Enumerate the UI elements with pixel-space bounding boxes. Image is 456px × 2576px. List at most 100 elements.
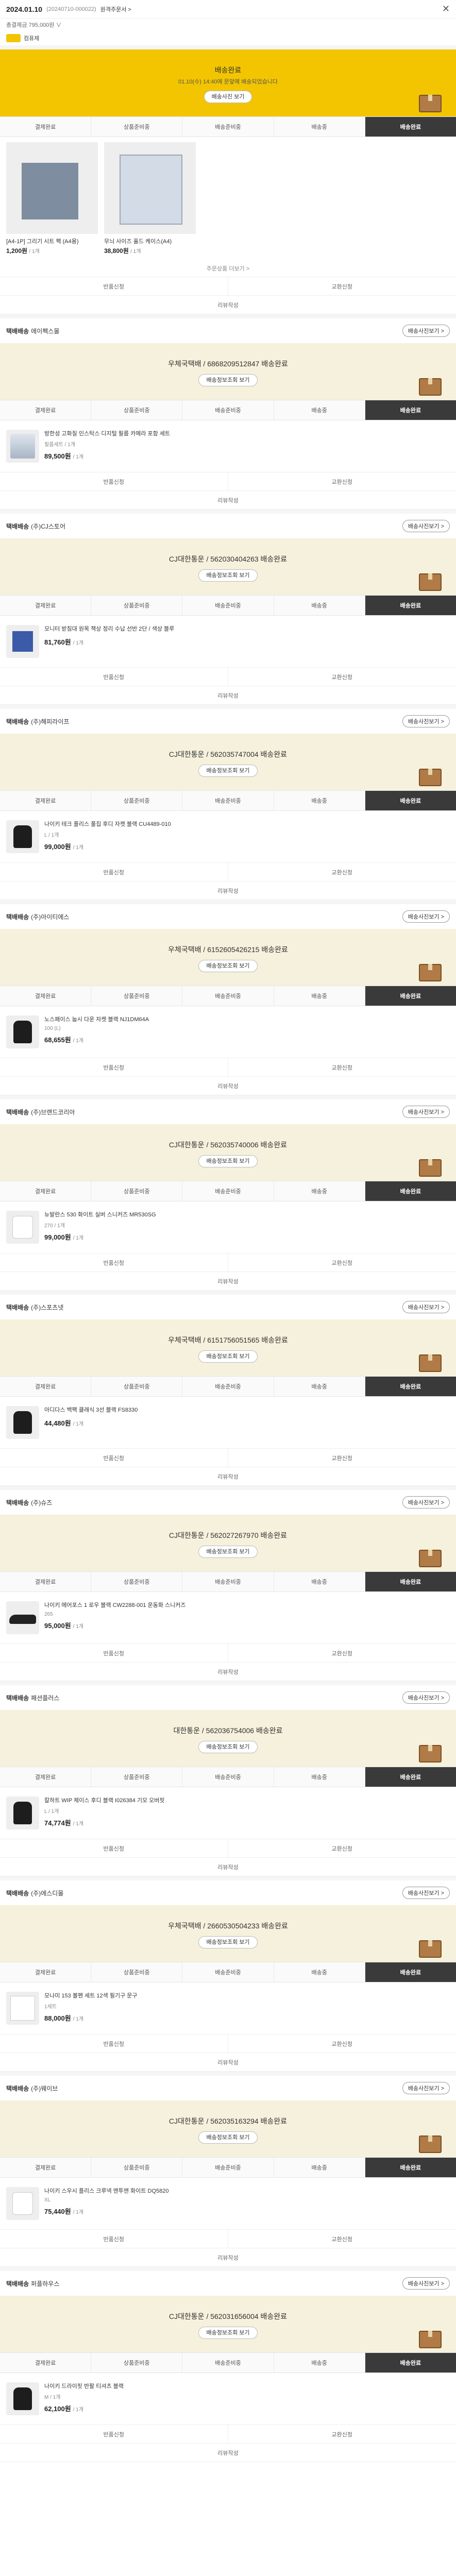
return-button[interactable]: 반품신청 xyxy=(0,472,228,491)
review-button[interactable]: 리뷰작성 xyxy=(0,1858,456,1876)
return-button[interactable]: 반품신청 xyxy=(0,1058,228,1077)
review-button[interactable]: 리뷰작성 xyxy=(0,296,456,314)
return-button[interactable]: 반품신청 xyxy=(0,1839,228,1858)
step: 배송준비중 xyxy=(182,1181,274,1201)
product-item[interactable]: 노스페이스 눕시 다운 자켓 블랙 NJ1DM64A 100 (L) 68,65… xyxy=(6,1011,450,1053)
return-button[interactable]: 반품신청 xyxy=(0,1449,228,1467)
delivery-photo-button[interactable]: 배송사진보기 > xyxy=(402,1887,450,1899)
package-actions: 반품신청 교환신청 리뷰작성 xyxy=(0,1058,456,1095)
exchange-button[interactable]: 교환신청 xyxy=(228,1058,456,1077)
order-number: (20240710-000022) xyxy=(46,6,96,12)
review-button[interactable]: 리뷰작성 xyxy=(0,1467,456,1486)
grid-item[interactable]: 무늬 사이즈 홀드 케이스(A4) 38,800원 / 1개 xyxy=(104,142,196,255)
package-header: 택배배송 (주)해피라이프 배송사진보기 > xyxy=(0,709,456,734)
product-item[interactable]: 나이키 에어포스 1 로우 블랙 CW2288-001 운동화 스니커즈 265… xyxy=(6,1597,450,1638)
delivery-photo-button[interactable]: 배송사진보기 > xyxy=(402,2082,450,2094)
review-button[interactable]: 리뷰작성 xyxy=(0,2053,456,2072)
delivery-photo-button[interactable]: 배송사진보기 > xyxy=(402,910,450,923)
tracking-button[interactable]: 배송정보조회 보기 xyxy=(198,1546,258,1558)
exchange-button[interactable]: 교환신청 xyxy=(228,277,456,296)
review-button[interactable]: 리뷰작성 xyxy=(0,1272,456,1291)
tracking-button[interactable]: 배송정보조회 보기 xyxy=(198,960,258,972)
return-button[interactable]: 반품신청 xyxy=(0,863,228,882)
review-button[interactable]: 리뷰작성 xyxy=(0,882,456,900)
return-button[interactable]: 반품신청 xyxy=(0,2035,228,2053)
review-button[interactable]: 리뷰작성 xyxy=(0,1663,456,1681)
tracking-button[interactable]: 배송정보조회 보기 xyxy=(198,1936,258,1948)
product-item[interactable]: 나이키 드라이핏 반팔 티셔츠 블랙 M / 1개 62,100원/ 1개 xyxy=(6,2378,450,2419)
tracking-button[interactable]: 배송사진 보기 xyxy=(204,91,252,103)
delivery-photo-button[interactable]: 배송사진보기 > xyxy=(402,1106,450,1118)
exchange-button[interactable]: 교환신청 xyxy=(228,863,456,882)
exchange-button[interactable]: 교환신청 xyxy=(228,472,456,491)
package-title: 택배배송 (주)슈즈 xyxy=(6,1499,53,1506)
exchange-button[interactable]: 교환신청 xyxy=(228,668,456,686)
tracking-status: CJ대한통운 / 562030404263 배송완료 xyxy=(168,555,288,563)
return-button[interactable]: 반품신청 xyxy=(0,668,228,686)
exchange-button[interactable]: 교환신청 xyxy=(228,2035,456,2053)
step: 배송완료 xyxy=(365,1572,456,1591)
product-item[interactable]: 뉴발란스 530 화이트 실버 스니커즈 MR530SG 270 / 1개 99… xyxy=(6,1207,450,1248)
tracking-button[interactable]: 배송정보조회 보기 xyxy=(198,2131,258,2144)
step: 배송완료 xyxy=(365,596,456,615)
return-button[interactable]: 반품신청 xyxy=(0,1644,228,1663)
total-payment[interactable]: 총결제금 795,000원 ∨ xyxy=(0,19,456,31)
tracking-button[interactable]: 배송정보조회 보기 xyxy=(198,1350,258,1363)
delivery-photo-button[interactable]: 배송사진보기 > xyxy=(402,520,450,532)
close-icon[interactable]: ✕ xyxy=(442,4,450,14)
step: 결제완료 xyxy=(0,400,92,420)
step: 배송중 xyxy=(274,2158,365,2177)
step: 배송중 xyxy=(274,1377,365,1396)
review-button[interactable]: 리뷰작성 xyxy=(0,491,456,510)
delivery-photo-button[interactable]: 배송사진보기 > xyxy=(402,325,450,337)
exchange-button[interactable]: 교환신청 xyxy=(228,1644,456,1663)
product-image xyxy=(104,142,196,234)
exchange-button[interactable]: 교환신청 xyxy=(228,1839,456,1858)
exchange-button[interactable]: 교환신청 xyxy=(228,1449,456,1467)
tracking-button[interactable]: 배송정보조회 보기 xyxy=(198,765,258,777)
exchange-button[interactable]: 교환신청 xyxy=(228,1253,456,1272)
delivery-photo-button[interactable]: 배송사진보기 > xyxy=(402,1691,450,1704)
package-title: 택배배송 에이펙스몰 xyxy=(6,327,60,335)
order-detail-link[interactable]: 원격주문서 > xyxy=(100,5,131,13)
product-name: 뉴발란스 530 화이트 실버 스니커즈 MR530SG xyxy=(44,1212,156,1218)
step: 배송완료 xyxy=(365,1377,456,1396)
package-header: 택배배송 (주)CJ스토어 배송사진보기 > xyxy=(0,514,456,538)
return-button[interactable]: 반품신청 xyxy=(0,277,228,296)
delivery-steps: 결제완료 상품준비중 배송준비중 배송중 배송완료 xyxy=(0,2157,456,2178)
product-item[interactable]: 칼하트 WIP 체이스 후디 블랙 I026384 기모 오버핏 L / 1개 … xyxy=(6,1792,450,1834)
exchange-button[interactable]: 교환신청 xyxy=(228,2425,456,2444)
grid-item[interactable]: [A4-1P] 그리기 시트 팩 (A4용) 1,200원 / 1개 xyxy=(6,142,98,255)
tracking-button[interactable]: 배송정보조회 보기 xyxy=(198,1155,258,1167)
product-item[interactable]: 방한성 고화질 인스탁스 디지털 필름 카메라 포함 세트 필름세트 / 1개 … xyxy=(6,426,450,467)
product-item[interactable]: 나이키 테크 플리스 풀집 후디 자켓 블랙 CU4489-010 L / 1개… xyxy=(6,816,450,857)
review-button[interactable]: 리뷰작성 xyxy=(0,1077,456,1095)
product-item[interactable]: 아디다스 백팩 클래식 3선 블랙 FS8330 44,480원/ 1개 xyxy=(6,1402,450,1443)
delivery-photo-button[interactable]: 배송사진보기 > xyxy=(402,1496,450,1509)
product-image xyxy=(6,1797,39,1829)
product-item[interactable]: 모나미 153 볼펜 세트 12색 필기구 문구 1세트 88,000원/ 1개 xyxy=(6,1988,450,2029)
delivery-photo-button[interactable]: 배송사진보기 > xyxy=(402,715,450,727)
return-button[interactable]: 반품신청 xyxy=(0,2425,228,2444)
tracking-button[interactable]: 배송정보조회 보기 xyxy=(198,2327,258,2339)
exchange-button[interactable]: 교환신청 xyxy=(228,2230,456,2248)
return-button[interactable]: 반품신청 xyxy=(0,1253,228,1272)
tracking-button[interactable]: 배송정보조회 보기 xyxy=(198,1741,258,1753)
delivery-photo-button[interactable]: 배송사진보기 > xyxy=(402,2277,450,2290)
package: 택배배송 에이펙스몰 배송사진보기 > 우체국택배 / 6868209512847… xyxy=(0,314,456,510)
review-button[interactable]: 리뷰작성 xyxy=(0,2444,456,2462)
tracking-button[interactable]: 배송정보조회 보기 xyxy=(198,374,258,386)
step: 배송중 xyxy=(274,1181,365,1201)
product-item[interactable]: 나이키 스우시 플리스 크루넥 맨투맨 화이트 DQ5820 XL 75,440… xyxy=(6,2183,450,2224)
product-name: 칼하트 WIP 체이스 후디 블랙 I026384 기모 오버핏 xyxy=(44,1798,165,1804)
step: 배송완료 xyxy=(365,1962,456,1982)
return-button[interactable]: 반품신청 xyxy=(0,2230,228,2248)
product-list: 모니터 받침대 원목 책상 정리 수납 선반 2단 / 색상 블루 81,760… xyxy=(0,616,456,667)
more-products-link[interactable]: 주문상품 더보기 > xyxy=(0,260,456,277)
product-name: 모니터 받침대 원목 책상 정리 수납 선반 2단 / 색상 블루 xyxy=(44,626,175,632)
review-button[interactable]: 리뷰작성 xyxy=(0,686,456,705)
tracking-button[interactable]: 배송정보조회 보기 xyxy=(198,569,258,582)
review-button[interactable]: 리뷰작성 xyxy=(0,2248,456,2267)
product-item[interactable]: 모니터 받침대 원목 책상 정리 수납 선반 2단 / 색상 블루 81,760… xyxy=(6,621,450,662)
delivery-photo-button[interactable]: 배송사진보기 > xyxy=(402,1301,450,1313)
